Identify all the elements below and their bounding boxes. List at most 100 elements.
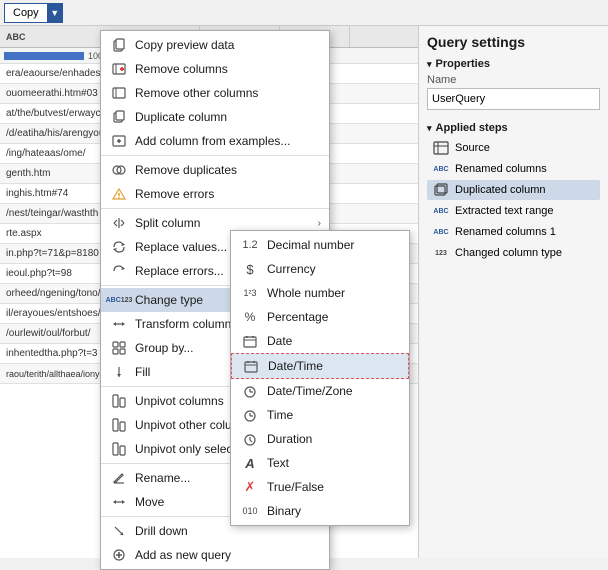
- percentage-icon: %: [239, 309, 261, 325]
- copy-arrow-btn[interactable]: ▼: [47, 3, 63, 23]
- separator-2: [101, 208, 329, 209]
- step-renamed1-icon: ABC: [431, 224, 451, 240]
- steps-label: Applied steps: [436, 122, 508, 134]
- menu-item-duplicate[interactable]: Duplicate column: [101, 105, 329, 129]
- step-dup-icon: [431, 182, 451, 198]
- step-dup-label: Duplicated column: [455, 184, 546, 196]
- copy-main-btn[interactable]: Copy: [4, 3, 47, 23]
- submenu-time[interactable]: Time: [231, 403, 409, 427]
- step-extracted-label: Extracted text range: [455, 205, 553, 217]
- step-changed-icon: 123: [431, 245, 451, 261]
- menu-item-add-examples[interactable]: Add column from examples...: [101, 129, 329, 153]
- steps-header[interactable]: ▾ Applied steps: [427, 122, 600, 134]
- toolbar: Copy ▼: [0, 0, 608, 26]
- menu-item-remove-columns[interactable]: Remove columns: [101, 57, 329, 81]
- step-extracted-icon: ABC: [431, 203, 451, 219]
- split-label: Split column: [135, 216, 318, 230]
- query-panel: Query settings ▾ Properties Name ▾ Appli…: [418, 26, 608, 558]
- fill-icon: [109, 364, 129, 380]
- remove-errors-label: Remove errors: [135, 187, 321, 201]
- pct-bar-1: [4, 52, 84, 60]
- menu-item-remove-other[interactable]: Remove other columns: [101, 81, 329, 105]
- step-item-renamed1[interactable]: ABC Renamed columns 1: [427, 222, 600, 242]
- datetime-label: Date/Time: [268, 359, 323, 373]
- replace-values-icon: [109, 239, 129, 255]
- menu-item-remove-dupes[interactable]: Remove duplicates: [101, 158, 329, 182]
- step-changed-label: Changed column type: [455, 247, 562, 259]
- currency-icon: $: [239, 261, 261, 277]
- chevron-icon: ▾: [427, 59, 432, 70]
- currency-label: Currency: [267, 262, 316, 276]
- time-icon: [239, 407, 261, 423]
- unpivot-selected-icon: [109, 441, 129, 457]
- menu-item-remove-errors[interactable]: Remove errors: [101, 182, 329, 206]
- binary-icon: 010: [239, 503, 261, 519]
- text-label: Text: [267, 456, 289, 470]
- step-item-duplicated[interactable]: Duplicated column: [427, 180, 600, 200]
- menu-item-copy-preview[interactable]: Copy preview data: [101, 33, 329, 57]
- step-item-source[interactable]: Source: [427, 138, 600, 158]
- submenu-percentage[interactable]: % Percentage: [231, 305, 409, 329]
- datetimezone-label: Date/Time/Zone: [267, 384, 353, 398]
- properties-section: ▾ Properties Name: [427, 58, 600, 110]
- copy-preview-label: Copy preview data: [135, 38, 321, 52]
- duration-icon: [239, 431, 261, 447]
- unpivot-other-icon: [109, 417, 129, 433]
- datetimezone-icon: [239, 383, 261, 399]
- time-label: Time: [267, 408, 293, 422]
- separator-1: [101, 155, 329, 156]
- duplicate-label: Duplicate column: [135, 110, 321, 124]
- name-input[interactable]: [427, 88, 600, 110]
- submenu-duration[interactable]: Duration: [231, 427, 409, 451]
- unpivot-icon: [109, 393, 129, 409]
- add-examples-label: Add column from examples...: [135, 134, 321, 148]
- move-icon: [109, 494, 129, 510]
- drill-down-icon: [109, 523, 129, 539]
- remove-other-icon: [109, 85, 129, 101]
- step-item-renamed-cols[interactable]: ABC Renamed columns: [427, 159, 600, 179]
- date-label: Date: [267, 334, 292, 348]
- transform-icon: [109, 316, 129, 332]
- steps-section: ▾ Applied steps Source ABC Renamed colum…: [427, 122, 600, 263]
- truefalse-icon: ✗: [239, 479, 261, 495]
- submenu-decimal[interactable]: 1.2 Decimal number: [231, 233, 409, 257]
- properties-label: Properties: [436, 58, 490, 70]
- decimal-label: Decimal number: [267, 238, 354, 252]
- duration-label: Duration: [267, 432, 312, 446]
- text-icon: A: [239, 455, 261, 471]
- properties-header[interactable]: ▾ Properties: [427, 58, 600, 70]
- copy-dropdown[interactable]: Copy ▼: [4, 3, 63, 23]
- datetime-icon: [240, 358, 262, 374]
- split-arrow: ›: [318, 218, 321, 229]
- binary-label: Binary: [267, 504, 301, 518]
- group-by-icon: [109, 340, 129, 356]
- submenu-date[interactable]: Date: [231, 329, 409, 353]
- split-icon: [109, 215, 129, 231]
- step-renamed1-label: Renamed columns 1: [455, 226, 556, 238]
- remove-dupes-label: Remove duplicates: [135, 163, 321, 177]
- query-panel-title: Query settings: [427, 34, 600, 50]
- step-item-extracted[interactable]: ABC Extracted text range: [427, 201, 600, 221]
- step-source-label: Source: [455, 142, 490, 154]
- copy-preview-icon: [109, 37, 129, 53]
- step-renamed-icon: ABC: [431, 161, 451, 177]
- drill-down-label: Drill down: [135, 524, 321, 538]
- remove-other-label: Remove other columns: [135, 86, 321, 100]
- submenu-datetimezone[interactable]: Date/Time/Zone: [231, 379, 409, 403]
- duplicate-icon: [109, 109, 129, 125]
- name-label: Name: [427, 74, 600, 86]
- rename-icon: [109, 470, 129, 486]
- whole-label: Whole number: [267, 286, 345, 300]
- submenu-currency[interactable]: $ Currency: [231, 257, 409, 281]
- remove-dupes-icon: [109, 162, 129, 178]
- remove-columns-icon: [109, 61, 129, 77]
- submenu-whole[interactable]: 1²3 Whole number: [231, 281, 409, 305]
- add-examples-icon: [109, 133, 129, 149]
- submenu-truefalse[interactable]: ✗ True/False: [231, 475, 409, 499]
- submenu-datetime[interactable]: Date/Time: [231, 353, 409, 379]
- step-item-changed-type[interactable]: 123 Changed column type: [427, 243, 600, 263]
- submenu-text[interactable]: A Text: [231, 451, 409, 475]
- menu-item-add-query[interactable]: Add as new query: [101, 543, 329, 567]
- percentage-label: Percentage: [267, 310, 328, 324]
- submenu-binary[interactable]: 010 Binary: [231, 499, 409, 523]
